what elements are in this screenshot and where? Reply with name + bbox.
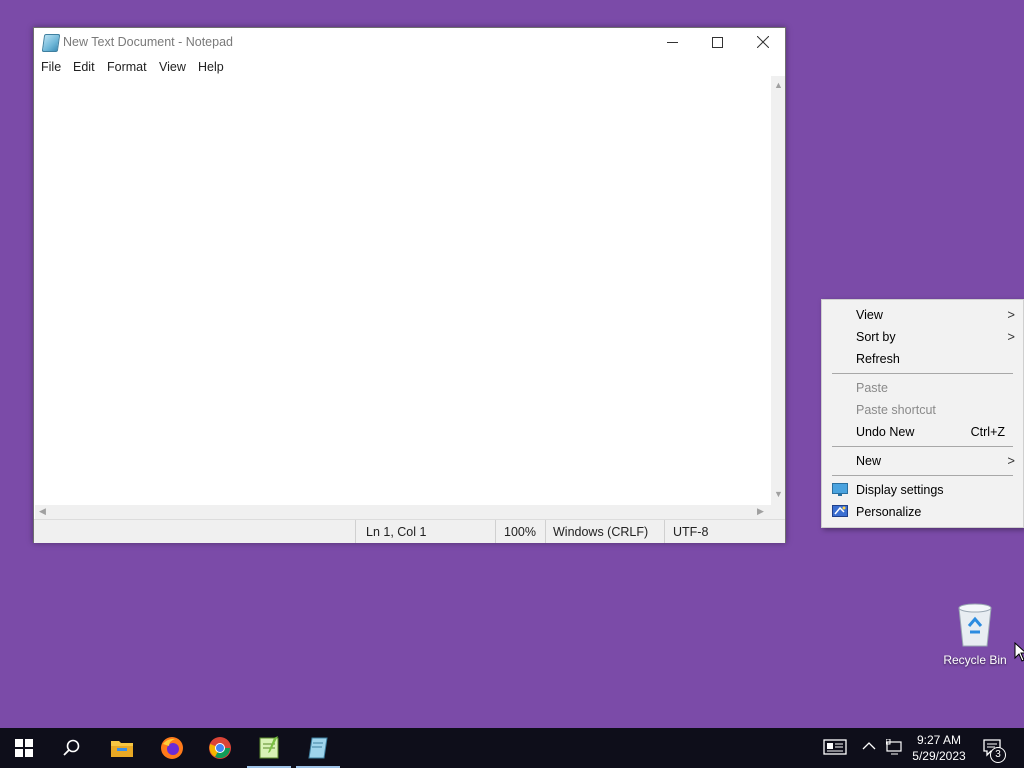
taskbar: 9:27 AM 5/29/2023 3 xyxy=(0,728,1024,768)
menu-item-view[interactable]: View > xyxy=(822,304,1023,326)
display-icon xyxy=(832,483,848,496)
menu-item-paste-shortcut: Paste shortcut xyxy=(822,399,1023,421)
status-encoding: UTF-8 xyxy=(664,520,786,543)
notepad-app-icon xyxy=(41,34,61,52)
scroll-left-icon[interactable]: ◀ xyxy=(39,507,46,516)
scroll-down-icon[interactable]: ▼ xyxy=(774,490,783,499)
menu-edit[interactable]: Edit xyxy=(73,60,95,74)
recycle-bin[interactable]: Recycle Bin xyxy=(940,598,1010,672)
clock[interactable]: 9:27 AM 5/29/2023 xyxy=(908,732,970,764)
recycle-bin-icon xyxy=(958,603,992,647)
menu-item-label: Sort by xyxy=(856,330,896,344)
encoding: UTF-8 xyxy=(673,525,709,539)
chrome-button[interactable] xyxy=(196,728,244,768)
menu-item-label: New xyxy=(856,454,882,468)
menu-separator xyxy=(832,446,1013,447)
mouse-cursor-icon xyxy=(1014,642,1024,662)
start-button[interactable] xyxy=(0,728,48,768)
notepad-taskbar-button[interactable] xyxy=(294,728,342,768)
menu-separator xyxy=(832,475,1013,476)
text-editor[interactable] xyxy=(35,76,771,505)
desktop-context-menu: View > Sort by > Refresh Paste Paste sho… xyxy=(821,299,1024,528)
menu-item-shortcut: Ctrl+Z xyxy=(970,425,1005,439)
menu-item-new[interactable]: New > xyxy=(822,450,1023,472)
windows-logo-icon xyxy=(15,739,33,757)
title-bar[interactable]: New Text Document - Notepad xyxy=(34,28,785,56)
scroll-up-icon[interactable]: ▲ xyxy=(774,81,783,90)
menu-item-paste: Paste xyxy=(822,377,1023,399)
clock-date: 5/29/2023 xyxy=(912,749,966,763)
menu-item-sort-by[interactable]: Sort by > xyxy=(822,326,1023,348)
firefox-button[interactable] xyxy=(148,728,196,768)
status-zoom: 100% xyxy=(495,520,546,543)
menu-item-label: Paste shortcut xyxy=(856,403,936,417)
menu-format[interactable]: Format xyxy=(107,60,147,74)
network-icon[interactable] xyxy=(886,739,904,755)
search-icon xyxy=(63,739,80,756)
folder-icon xyxy=(111,741,133,757)
menu-item-undo-new[interactable]: Undo New Ctrl+Z xyxy=(822,421,1023,443)
line-ending: Windows (CRLF) xyxy=(553,525,649,539)
close-button[interactable] xyxy=(740,28,785,56)
menu-item-label: Display settings xyxy=(856,483,944,497)
menu-item-label: Personalize xyxy=(856,505,922,519)
notepad-icon xyxy=(308,737,328,759)
menu-bar: File Edit Format View Help xyxy=(34,56,785,76)
menu-item-display-settings[interactable]: Display settings xyxy=(822,479,1023,501)
scroll-right-icon[interactable]: ▶ xyxy=(757,507,764,516)
menu-separator xyxy=(832,373,1013,374)
menu-item-label: Refresh xyxy=(856,352,900,366)
menu-view[interactable]: View xyxy=(159,60,186,74)
chevron-right-icon: > xyxy=(1007,453,1015,468)
firefox-icon xyxy=(161,737,183,759)
status-line-ending: Windows (CRLF) xyxy=(545,520,665,543)
news-widget-icon[interactable] xyxy=(823,738,847,756)
menu-item-label: Undo New xyxy=(856,425,915,439)
menu-item-refresh[interactable]: Refresh xyxy=(822,348,1023,370)
horizontal-scrollbar[interactable]: ◀ ▶ xyxy=(35,505,771,519)
scroll-corner xyxy=(771,505,785,519)
clock-time: 9:27 AM xyxy=(916,733,962,747)
minimize-button[interactable] xyxy=(650,28,695,56)
window-title: New Text Document - Notepad xyxy=(63,35,233,49)
menu-item-label: Paste xyxy=(856,381,888,395)
menu-help[interactable]: Help xyxy=(198,60,224,74)
vertical-scrollbar[interactable]: ▲ ▼ xyxy=(771,76,785,505)
chevron-right-icon: > xyxy=(1007,307,1015,322)
maximize-button[interactable] xyxy=(695,28,740,56)
close-icon xyxy=(756,36,769,48)
cursor-position: Ln 1, Col 1 xyxy=(366,525,427,539)
chevron-right-icon: > xyxy=(1007,329,1015,344)
notification-badge: 3 xyxy=(990,747,1006,763)
zoom-level: 100% xyxy=(504,525,536,539)
notepadplusplus-icon xyxy=(259,736,279,759)
recycle-bin-label: Recycle Bin xyxy=(943,653,1007,667)
menu-item-label: View xyxy=(856,308,883,322)
maximize-icon xyxy=(712,36,723,48)
status-position: Ln 1, Col 1 xyxy=(355,520,496,543)
menu-item-personalize[interactable]: Personalize xyxy=(822,501,1023,523)
search-button[interactable] xyxy=(48,728,96,768)
notepadplusplus-button[interactable] xyxy=(245,728,293,768)
menu-file[interactable]: File xyxy=(41,60,61,74)
notepad-window: New Text Document - Notepad File Edit Fo… xyxy=(33,27,786,543)
minimize-icon xyxy=(667,41,678,43)
chrome-icon xyxy=(209,737,231,759)
status-bar: Ln 1, Col 1 100% Windows (CRLF) UTF-8 xyxy=(34,519,785,543)
file-explorer-button[interactable] xyxy=(98,728,146,768)
personalize-icon xyxy=(832,505,848,517)
chevron-up-icon[interactable] xyxy=(862,741,876,751)
